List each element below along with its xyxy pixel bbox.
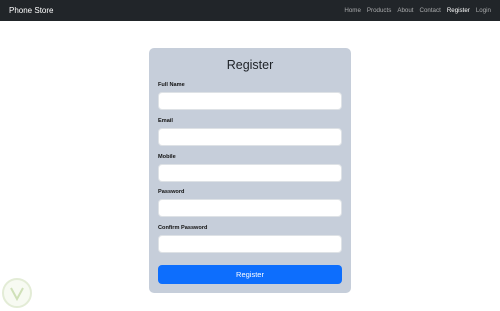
register-card: Register Full Name Email Mobile Password… [149,48,351,293]
confirm-password-label: Confirm Password [158,225,208,231]
nav-link-contact[interactable]: Contact [419,7,440,14]
shield-icon [10,287,24,302]
nav-links: Home Products About Contact Register Log… [338,7,491,14]
nav-link-products[interactable]: Products [367,7,391,14]
confirm-password-input[interactable] [158,235,342,253]
email-input[interactable] [158,128,342,146]
mobile-label: Mobile [158,154,176,160]
nav-link-home[interactable]: Home [344,7,361,14]
brand-logo-text[interactable]: Phone Store [9,6,53,15]
form-title: Register [226,58,274,72]
nav-link-about[interactable]: About [397,7,413,14]
password-input[interactable] [158,199,342,217]
register-button[interactable]: Register [158,265,342,284]
mobile-input[interactable] [158,164,342,182]
email-label: Email [158,118,173,124]
top-navbar: Phone Store Home Products About Contact … [0,0,500,21]
full-name-label: Full Name [158,82,185,88]
full-name-input[interactable] [158,92,342,110]
watermark-logo-icon [2,278,32,308]
nav-link-register[interactable]: Register [447,7,470,14]
nav-link-login[interactable]: Login [476,7,491,14]
password-label: Password [158,189,185,195]
